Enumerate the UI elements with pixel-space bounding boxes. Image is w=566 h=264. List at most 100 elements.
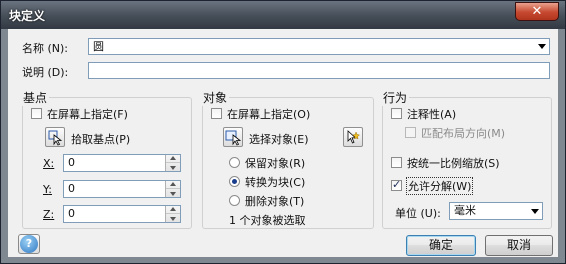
quick-select-button[interactable] [343,127,363,147]
spin-divider [166,188,180,189]
annotative-accel: (A) [440,108,457,121]
base-point-specify-on-screen-label[interactable]: 在屏幕上指定(F) [47,106,128,122]
close-button[interactable]: ✕ [515,2,559,21]
title-bar[interactable]: 块定义 ✕ [1,1,565,29]
scale-uniformly-accel: (S) [484,157,500,170]
y-spinner[interactable] [165,181,180,197]
objects-specify-on-screen-label[interactable]: 在屏幕上指定(O) [227,106,310,122]
base-point-specify-text: 在屏幕上指定 [47,108,113,121]
description-label: 说明 (D): [22,64,68,80]
select-objects-button[interactable] [223,127,243,147]
z-coordinate-value: 0 [68,207,75,220]
z-label-text: Z [43,208,51,221]
dialog-body: 名称 (N): 圆 说明 (D): 基点 在屏幕上指定(F) 拾取基点(P) X… [8,29,558,257]
quick-select-icon [347,130,361,144]
annotative-label[interactable]: 注释性(A) [407,106,456,122]
delete-objects-accel: (T) [289,195,305,208]
behavior-group: 行为 注释性(A) 匹配布局方向(M) 按统一比例缩放(S) 允许分解(W) 单… [381,89,552,229]
description-input[interactable] [88,62,550,79]
x-label-suffix: : [50,157,55,170]
convert-to-block-label[interactable]: 转换为块(C) [245,174,305,190]
unit-label: 单位 (U): [395,205,441,221]
allow-exploding-accel: (W) [452,180,472,193]
select-objects-icon [225,130,242,146]
z-spinner[interactable] [165,206,180,222]
spin-divider [166,162,180,163]
dialog-title: 块定义 [9,9,46,23]
base-point-group-title: 基点 [21,89,50,106]
z-label-suffix: : [50,208,55,221]
annotative-checkbox[interactable] [391,108,402,119]
select-objects-text: 选择对象 [249,133,293,146]
help-icon: ? [20,235,38,253]
name-label-text: 名称 [22,42,44,55]
y-coordinate-value: 0 [68,182,75,195]
allow-exploding-label[interactable]: 允许分解(W) [406,177,474,195]
spin-divider [166,213,180,214]
retain-objects-text: 保留对象 [245,157,289,170]
description-label-accel: (D): [47,66,69,79]
pick-point-label[interactable]: 拾取基点(P) [71,131,130,147]
annotative-text: 注释性 [407,108,440,121]
convert-to-block-text: 转换为块 [245,176,289,189]
retain-objects-label[interactable]: 保留对象(R) [245,155,305,171]
name-value: 圆 [93,40,104,53]
name-combobox[interactable]: 圆 [88,38,550,55]
unit-label-accel: (U): [420,207,441,220]
close-icon: ✕ [531,4,543,19]
objects-group: 对象 在屏幕上指定(O) 选择对象(E) 保留对象(R) 转换为块(C) 删除对… [201,89,374,229]
unit-label-text: 单位 [395,207,417,220]
z-label: Z: [43,208,54,221]
objects-specify-accel: (O) [293,108,311,121]
pick-point-icon [48,130,63,146]
delete-objects-label[interactable]: 删除对象(T) [245,193,304,209]
z-coordinate-input[interactable]: 0 [63,205,181,223]
allow-exploding-checkbox[interactable] [391,178,402,191]
scale-uniformly-text: 按统一比例缩放 [407,157,484,170]
spin-up-icon[interactable] [170,207,176,211]
block-definition-dialog: 块定义 ✕ 名称 (N): 圆 说明 (D): 基点 在屏幕上指定(F) 拾取基… [0,0,566,264]
delete-objects-radio[interactable] [229,195,240,206]
cancel-button[interactable]: 取消 [485,235,553,256]
pick-point-text: 拾取基点 [71,133,115,146]
scale-uniformly-label[interactable]: 按统一比例缩放(S) [407,155,500,171]
description-label-text: 说明 [22,66,44,79]
match-orientation-checkbox[interactable] [405,127,416,138]
allow-exploding-text: 允许分解 [408,180,452,193]
y-label: Y: [43,183,52,196]
help-button[interactable]: ? [18,234,40,254]
x-label-text: X [43,157,51,170]
base-point-specify-on-screen-checkbox[interactable] [31,108,42,119]
spin-up-icon[interactable] [170,182,176,186]
spin-down-icon[interactable] [170,192,176,196]
objects-specify-on-screen-checkbox[interactable] [211,108,222,119]
select-objects-label[interactable]: 选择对象(E) [249,131,309,147]
chevron-down-icon[interactable] [531,209,539,214]
objects-group-title: 对象 [201,89,230,106]
spin-up-icon[interactable] [170,156,176,160]
select-objects-accel: (E) [293,133,309,146]
ok-button[interactable]: 确定 [406,235,476,256]
y-coordinate-input[interactable]: 0 [63,180,181,198]
retain-objects-radio[interactable] [229,157,240,168]
unit-select[interactable]: 毫米 [449,202,543,220]
x-spinner[interactable] [165,155,180,171]
match-orientation-text: 匹配布局方向 [421,127,487,140]
match-orientation-accel: (M) [487,127,506,140]
behavior-group-title: 行为 [381,89,410,106]
y-label-suffix: : [48,183,52,196]
name-label: 名称 (N): [22,40,68,56]
x-label: X: [43,157,54,170]
chevron-down-icon[interactable] [538,44,546,49]
convert-to-block-accel: (C) [289,176,306,189]
name-label-accel: (N): [47,42,69,55]
scale-uniformly-checkbox[interactable] [391,157,402,168]
selected-objects-status: 1 个对象被选取 [229,214,306,227]
convert-to-block-radio[interactable] [229,176,240,187]
x-coordinate-input[interactable]: 0 [63,154,181,172]
delete-objects-text: 删除对象 [245,195,289,208]
pick-point-button[interactable] [45,127,65,147]
spin-down-icon[interactable] [170,217,176,221]
match-orientation-label[interactable]: 匹配布局方向(M) [421,125,505,141]
spin-down-icon[interactable] [170,166,176,170]
